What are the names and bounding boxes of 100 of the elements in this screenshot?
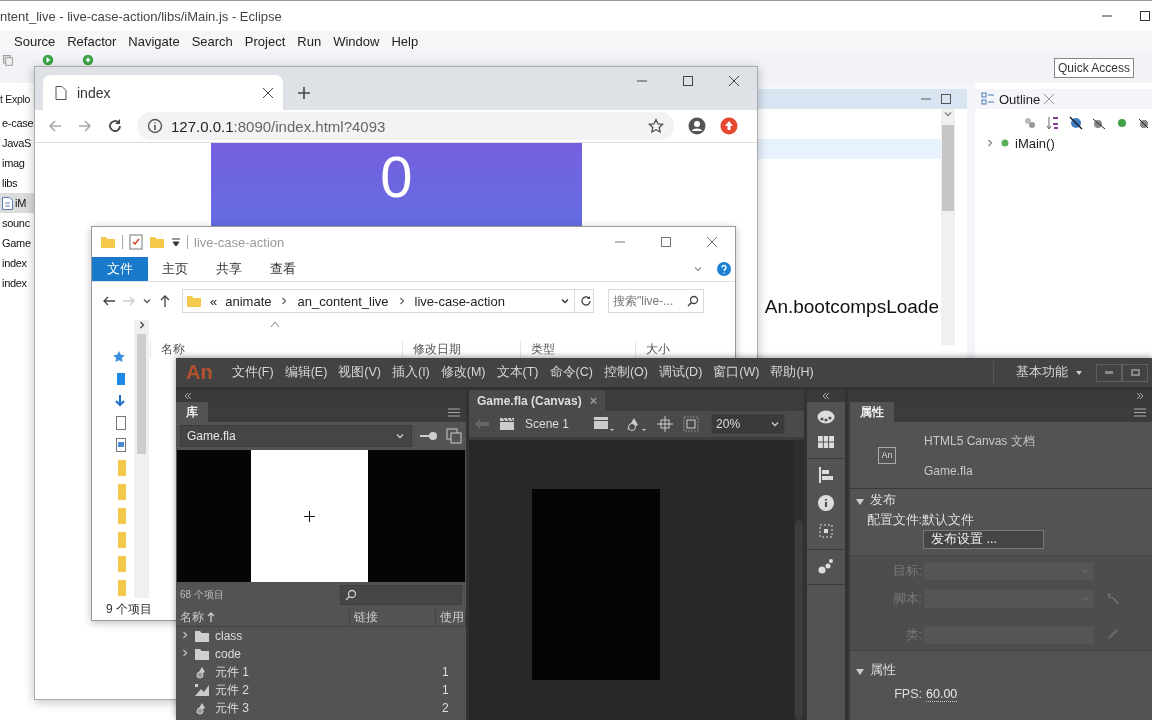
refresh-icon[interactable]: [579, 294, 593, 308]
palette-icon[interactable]: [817, 410, 835, 424]
tree-item[interactable]: JavaS: [0, 133, 34, 153]
new-tab-icon[interactable]: [297, 85, 311, 100]
menu-item[interactable]: Source: [8, 33, 62, 49]
address-bar[interactable]: 127.0.0.1:8090/index.html?4093: [137, 112, 674, 140]
menu-item[interactable]: Project: [238, 33, 292, 49]
column-header[interactable]: 类型: [520, 340, 635, 358]
document-select[interactable]: Game.fla: [180, 425, 412, 447]
menu-item[interactable]: 帮助(H): [765, 364, 820, 381]
menu-item[interactable]: 控制(O): [598, 364, 654, 381]
column-header[interactable]: 使用: [436, 608, 466, 626]
menu-item[interactable]: Search: [185, 33, 239, 49]
menu-icon[interactable]: [448, 407, 460, 417]
menu-item[interactable]: Help: [385, 33, 425, 49]
tree-item[interactable]: e-case: [0, 113, 34, 133]
hide-local-icon[interactable]: [1138, 116, 1148, 130]
hide-fields-icon[interactable]: [1069, 116, 1083, 130]
path-overflow[interactable]: «: [210, 293, 218, 309]
library-item[interactable]: 元件 3 2: [176, 699, 466, 717]
menu-item[interactable]: 文本(T): [491, 364, 545, 381]
menu-item[interactable]: Window: [327, 33, 386, 49]
new-library-icon[interactable]: [446, 428, 462, 444]
tree-item[interactable]: index: [0, 273, 34, 293]
tree-item[interactable]: index: [0, 253, 34, 273]
ribbon-tab[interactable]: 查看: [256, 257, 310, 281]
menu-icon[interactable]: [1134, 407, 1146, 417]
ribbon-tab[interactable]: 文件: [92, 257, 148, 281]
dots-icon[interactable]: [818, 558, 834, 574]
close-icon[interactable]: [263, 87, 273, 98]
path-segment[interactable]: an_content_live: [297, 293, 389, 309]
menu-item[interactable]: 调试(D): [653, 364, 709, 381]
properties-icon[interactable]: [129, 234, 143, 250]
menu-item[interactable]: 窗口(W): [708, 364, 766, 381]
transform-icon[interactable]: [818, 523, 834, 539]
path-segment[interactable]: live-case-action: [414, 293, 505, 309]
expand-ribbon-icon[interactable]: [693, 264, 703, 274]
pin-icon[interactable]: [420, 431, 438, 441]
menu-item[interactable]: Run: [291, 33, 328, 49]
dropdown-icon[interactable]: [171, 237, 181, 247]
update-icon[interactable]: [720, 117, 738, 135]
dropdown-icon[interactable]: [560, 296, 570, 306]
copy-icon[interactable]: [2, 54, 14, 66]
account-icon[interactable]: [688, 117, 706, 135]
zoom-select[interactable]: 20%: [711, 414, 786, 434]
scrollbar[interactable]: [941, 109, 955, 345]
maximize-icon[interactable]: [683, 76, 693, 86]
help-icon[interactable]: [717, 262, 731, 276]
close-icon[interactable]: [729, 76, 739, 86]
panel-tab[interactable]: 属性: [850, 402, 894, 422]
tree-item[interactable]: iM: [0, 193, 34, 213]
ribbon-tab[interactable]: 共享: [202, 257, 256, 281]
browser-tab[interactable]: index: [43, 75, 283, 110]
menu-item[interactable]: 插入(I): [387, 364, 436, 381]
view-tab[interactable]: t Explo: [0, 89, 34, 109]
quick-access-field[interactable]: Quick Access: [1054, 58, 1134, 78]
expand-icon[interactable]: [985, 137, 995, 148]
section-header[interactable]: 属性: [850, 659, 1152, 681]
expand-panel-icon[interactable]: [1136, 393, 1144, 399]
document-tab[interactable]: Game.fla (Canvas) ×: [469, 390, 606, 411]
workspace-switcher[interactable]: 基本功能: [993, 360, 1082, 385]
menu-item[interactable]: 编辑(E): [279, 364, 334, 381]
clip-icon[interactable]: [683, 416, 700, 432]
column-header[interactable]: 大小: [635, 340, 695, 358]
maximize-button[interactable]: [1122, 363, 1148, 382]
menu-item[interactable]: 命令(C): [544, 364, 599, 381]
swatches-icon[interactable]: [818, 436, 834, 448]
scrollbar[interactable]: [134, 320, 149, 598]
library-item[interactable]: 元件 2 1: [176, 681, 466, 699]
tree-item[interactable]: sounc: [0, 213, 34, 233]
menu-item[interactable]: Navigate: [122, 33, 186, 49]
hide-static-icon[interactable]: [1092, 116, 1106, 130]
maximize-icon[interactable]: [1140, 11, 1150, 21]
debug-icon[interactable]: [82, 54, 94, 66]
fps-value[interactable]: 60.00: [926, 686, 958, 702]
center-stage-icon[interactable]: [657, 416, 674, 432]
forward-icon[interactable]: [77, 118, 93, 134]
close-icon[interactable]: [707, 237, 717, 247]
tree-item[interactable]: Game: [0, 233, 34, 253]
collapse-icon[interactable]: [184, 393, 192, 399]
shapes-icon[interactable]: [625, 416, 648, 432]
menu-item[interactable]: 文件(F): [226, 364, 280, 381]
outline-item[interactable]: iMain(): [975, 133, 1152, 153]
minimize-button[interactable]: [1096, 363, 1122, 382]
column-header[interactable]: 链接: [350, 608, 436, 626]
menu-item[interactable]: 修改(M): [435, 364, 492, 381]
up-icon[interactable]: [158, 294, 172, 308]
library-item[interactable]: code: [176, 645, 466, 663]
maximize-icon[interactable]: [941, 94, 951, 104]
column-header[interactable]: 修改日期: [402, 340, 520, 358]
star-icon[interactable]: [648, 118, 664, 134]
library-item[interactable]: 元件 1 1: [176, 663, 466, 681]
tree-item[interactable]: libs: [0, 173, 34, 193]
menu-item[interactable]: Refactor: [61, 33, 123, 49]
path-segment[interactable]: animate: [225, 293, 272, 309]
ribbon-tab[interactable]: 主页: [148, 257, 202, 281]
group-icon[interactable]: [1023, 116, 1037, 130]
menu-item[interactable]: 视图(V): [333, 364, 387, 381]
clapperboard-icon[interactable]: [593, 416, 616, 432]
tree-item[interactable]: imag: [0, 153, 34, 173]
